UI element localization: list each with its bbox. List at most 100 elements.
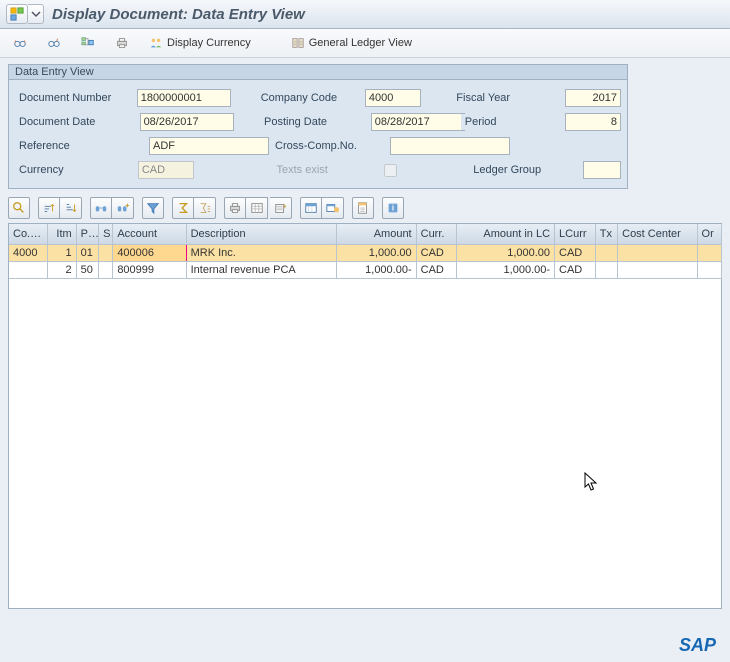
col-itm[interactable]: Itm bbox=[48, 224, 77, 244]
funnel-icon bbox=[146, 201, 160, 215]
grid-sort-asc-button[interactable] bbox=[38, 197, 60, 219]
general-ledger-view-label: General Ledger View bbox=[309, 37, 412, 49]
layout-admin-icon bbox=[326, 201, 340, 215]
cell-co[interactable]: 4000 bbox=[9, 244, 48, 261]
cell-amount[interactable]: 1,000.00- bbox=[337, 261, 416, 278]
line-items-table: Co... Itm PK S Account Description Amoun… bbox=[8, 223, 722, 279]
grid-find-next-button[interactable] bbox=[112, 197, 134, 219]
grid-details-button[interactable] bbox=[8, 197, 30, 219]
ledger-icon bbox=[291, 36, 305, 50]
col-tx[interactable]: Tx bbox=[595, 224, 617, 244]
col-account[interactable]: Account bbox=[113, 224, 186, 244]
cell-description[interactable]: Internal revenue PCA bbox=[186, 261, 337, 278]
cell-account[interactable]: 400006 bbox=[113, 244, 186, 261]
reference-label: Reference bbox=[15, 138, 145, 154]
cell-order[interactable] bbox=[697, 244, 721, 261]
print-button[interactable] bbox=[108, 33, 136, 53]
document-date-field[interactable] bbox=[140, 113, 234, 131]
table-row[interactable]: 4000101400006MRK Inc.1,000.00CAD1,000.00… bbox=[9, 244, 722, 261]
cell-curr[interactable]: CAD bbox=[416, 261, 457, 278]
cell-co[interactable] bbox=[9, 261, 48, 278]
col-pk[interactable]: PK bbox=[76, 224, 98, 244]
display-change-button[interactable] bbox=[40, 33, 68, 53]
sort-asc-icon bbox=[42, 201, 56, 215]
cell-lcurr[interactable]: CAD bbox=[555, 261, 596, 278]
currency-field[interactable] bbox=[138, 161, 194, 179]
grid-sum-button[interactable] bbox=[172, 197, 194, 219]
col-description[interactable]: Description bbox=[186, 224, 337, 244]
grid-empty-area bbox=[8, 279, 722, 609]
app-icon bbox=[10, 7, 24, 21]
ledger-group-field[interactable] bbox=[583, 161, 621, 179]
display-currency-button[interactable]: Display Currency bbox=[142, 33, 258, 53]
cell-lcurr[interactable]: CAD bbox=[555, 244, 596, 261]
cross-comp-no-label: Cross-Comp.No. bbox=[271, 138, 386, 154]
posting-date-field[interactable] bbox=[371, 113, 465, 131]
grid-export-button[interactable] bbox=[270, 197, 292, 219]
grid-view-button[interactable] bbox=[246, 197, 268, 219]
fiscal-year-field[interactable] bbox=[565, 89, 621, 107]
reference-field[interactable] bbox=[149, 137, 269, 155]
layout-icon bbox=[304, 201, 318, 215]
grid-layout-admin-button[interactable] bbox=[322, 197, 344, 219]
currency-label: Currency bbox=[15, 162, 134, 178]
fiscal-year-label: Fiscal Year bbox=[452, 90, 561, 106]
col-co[interactable]: Co... bbox=[9, 224, 48, 244]
col-amount-lc[interactable]: Amount in LC bbox=[457, 224, 555, 244]
cell-amount_lc[interactable]: 1,000.00- bbox=[457, 261, 555, 278]
cross-comp-no-field[interactable] bbox=[390, 137, 510, 155]
cell-cost_center[interactable] bbox=[618, 261, 697, 278]
cell-amount_lc[interactable]: 1,000.00 bbox=[457, 244, 555, 261]
grid-sort-desc-button[interactable] bbox=[60, 197, 82, 219]
col-cost-center[interactable]: Cost Center bbox=[618, 224, 697, 244]
col-amount[interactable]: Amount bbox=[337, 224, 416, 244]
cell-pk[interactable]: 50 bbox=[76, 261, 98, 278]
grid-layout-button[interactable] bbox=[300, 197, 322, 219]
display-change-icon bbox=[47, 36, 61, 50]
document-number-field[interactable] bbox=[137, 89, 231, 107]
printer-icon bbox=[115, 36, 129, 50]
menu-button[interactable] bbox=[6, 4, 28, 24]
page-title: Display Document: Data Entry View bbox=[52, 6, 305, 23]
binoculars-plus-icon bbox=[116, 201, 130, 215]
cell-itm[interactable]: 2 bbox=[48, 261, 77, 278]
general-ledger-view-button[interactable]: General Ledger View bbox=[284, 33, 419, 53]
cell-amount[interactable]: 1,000.00 bbox=[337, 244, 416, 261]
col-lcurr[interactable]: LCurr bbox=[555, 224, 596, 244]
document-date-label: Document Date bbox=[15, 114, 136, 130]
glasses-button[interactable] bbox=[6, 33, 34, 53]
subtotal-icon bbox=[198, 201, 212, 215]
cell-order[interactable] bbox=[697, 261, 721, 278]
binoculars-icon bbox=[94, 201, 108, 215]
cell-curr[interactable]: CAD bbox=[416, 244, 457, 261]
document-icon bbox=[356, 201, 370, 215]
sap-logo: SAP bbox=[679, 635, 716, 655]
cell-account[interactable]: 800999 bbox=[113, 261, 186, 278]
cell-s[interactable] bbox=[99, 244, 113, 261]
table-row[interactable]: 250800999Internal revenue PCA1,000.00-CA… bbox=[9, 261, 722, 278]
period-field[interactable] bbox=[565, 113, 621, 131]
cell-s[interactable] bbox=[99, 261, 113, 278]
grid-subtotal-button[interactable] bbox=[194, 197, 216, 219]
overview-button[interactable] bbox=[74, 33, 102, 53]
grid-filter-button[interactable] bbox=[142, 197, 164, 219]
col-curr[interactable]: Curr. bbox=[416, 224, 457, 244]
titlebar: Display Document: Data Entry View bbox=[0, 0, 730, 29]
cell-description[interactable]: MRK Inc. bbox=[186, 244, 337, 261]
grid-info-button[interactable]: i bbox=[382, 197, 404, 219]
content: Data Entry View Document Number Company … bbox=[0, 58, 730, 662]
cell-cost_center[interactable] bbox=[618, 244, 697, 261]
grid-print-button[interactable] bbox=[224, 197, 246, 219]
grid-find-button[interactable] bbox=[90, 197, 112, 219]
cell-tx[interactable] bbox=[595, 261, 617, 278]
app: Display Document: Data Entry View Displa… bbox=[0, 0, 730, 662]
menu-dropdown-button[interactable] bbox=[28, 4, 44, 24]
col-order[interactable]: Or bbox=[697, 224, 721, 244]
cell-itm[interactable]: 1 bbox=[48, 244, 77, 261]
grid-document-button[interactable] bbox=[352, 197, 374, 219]
company-code-field[interactable] bbox=[365, 89, 421, 107]
cell-tx[interactable] bbox=[595, 244, 617, 261]
col-s[interactable]: S bbox=[99, 224, 113, 244]
ledger-group-label: Ledger Group bbox=[469, 162, 579, 178]
cell-pk[interactable]: 01 bbox=[76, 244, 98, 261]
